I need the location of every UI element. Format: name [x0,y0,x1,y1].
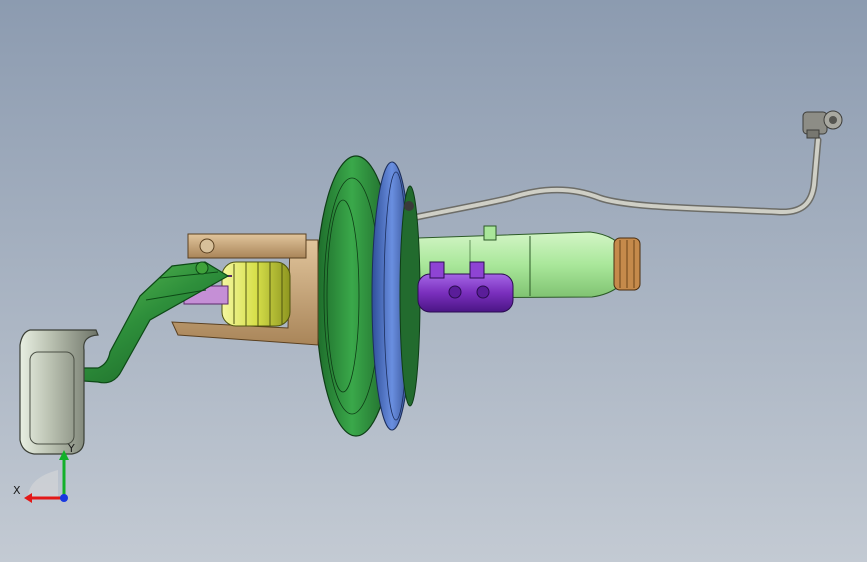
y-axis-label: Y [67,442,75,455]
brake-assembly-model[interactable] [0,0,867,562]
reservoir-cap[interactable] [613,237,641,291]
return-spring[interactable] [221,261,291,327]
pedal-pad[interactable] [19,329,99,455]
cad-graphics-viewport[interactable]: X Y [0,0,867,562]
z-axis-dot [60,494,68,502]
coordinate-triad: X Y [13,442,75,503]
check-valve-fitting[interactable] [802,110,843,139]
y-axis-arrow [59,450,69,498]
x-axis-label: X [13,484,21,497]
vacuum-booster[interactable] [315,155,421,437]
vacuum-hose[interactable] [408,136,822,222]
